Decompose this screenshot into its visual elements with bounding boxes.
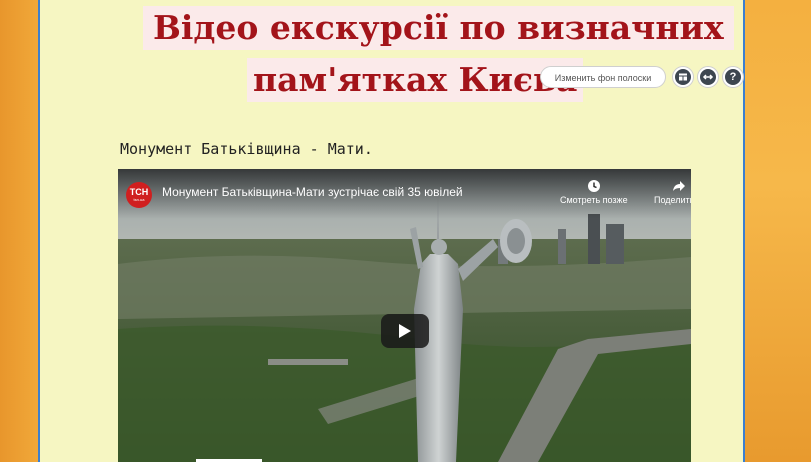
share-label: Поделиться <box>654 195 691 205</box>
watch-later-button[interactable]: Смотреть позже <box>560 179 628 205</box>
help-icon: ? <box>725 69 741 85</box>
video-title[interactable]: Монумент Батьківщина-Мати зустрічає свій… <box>162 185 463 199</box>
play-button[interactable] <box>381 314 429 348</box>
help-button[interactable]: ? <box>722 66 744 88</box>
change-background-button[interactable]: Изменить фон полоски <box>540 66 666 88</box>
page-title-line-2: пам'ятках Києва <box>247 58 584 102</box>
share-arrow-icon <box>672 181 685 191</box>
channel-logo-subtext: tsn.ua <box>133 197 145 202</box>
layout-button[interactable] <box>672 66 694 88</box>
resize-button[interactable] <box>697 66 719 88</box>
share-button[interactable]: Поделиться <box>654 179 691 205</box>
video-player[interactable]: ТСН tsn.ua Монумент Батьківщина-Мати зус… <box>118 169 691 462</box>
watch-later-label: Смотреть позже <box>560 195 628 205</box>
channel-logo-text: ТСН <box>129 187 149 197</box>
channel-logo[interactable]: ТСН tsn.ua <box>126 182 152 208</box>
layout-icon <box>675 69 691 85</box>
video-caption: Монумент Батьківщина - Мати. <box>120 140 373 158</box>
clock-icon <box>587 180 600 192</box>
page-content: Відео екскурсії по визначних пам'ятках К… <box>38 0 745 462</box>
play-icon <box>399 324 411 338</box>
page-title-line-1: Відео екскурсії по визначних <box>143 6 734 50</box>
horizontal-arrows-icon <box>700 69 716 85</box>
background-right <box>745 0 811 462</box>
